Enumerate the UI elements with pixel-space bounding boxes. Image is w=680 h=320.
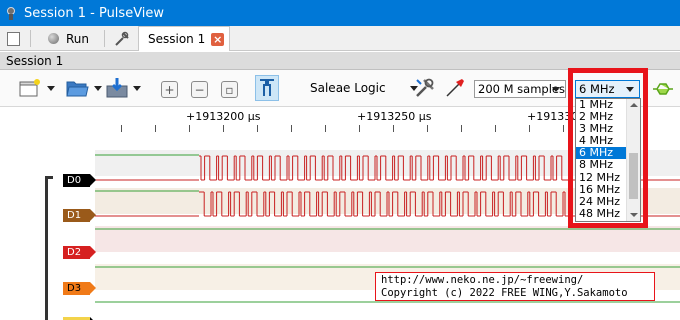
ruler-tick (495, 125, 496, 132)
ruler-tick (155, 125, 156, 132)
zoom-out-button[interactable]: − (191, 81, 208, 98)
run-status-icon (48, 33, 59, 44)
settings-button[interactable] (114, 28, 130, 49)
device-name: Saleae Logic (310, 81, 386, 95)
channel-label-d0[interactable]: D0 (63, 174, 96, 187)
save-download-icon (106, 78, 128, 98)
ruler-label: +1913200 µs (186, 110, 261, 123)
open-file-button[interactable] (66, 77, 102, 99)
ruler-tick (325, 125, 326, 132)
zoom-in-icon: + (161, 81, 178, 98)
zoom-fit-button[interactable]: ▫ (221, 81, 238, 98)
zoom-out-icon: − (191, 81, 208, 98)
device-select[interactable]: Saleae Logic (310, 81, 418, 95)
tab-label: Session 1 (148, 32, 206, 46)
sample-count-select[interactable]: 200 M samples (474, 80, 566, 98)
chevron-down-icon[interactable] (94, 85, 102, 91)
channel-label-d3[interactable]: D3 (63, 282, 96, 295)
zoom-in-button[interactable]: + (161, 81, 178, 98)
zoom-fit-icon: ▫ (221, 81, 238, 98)
ruler-tick (291, 125, 292, 132)
ruler-tick (359, 125, 360, 132)
cursor-markers-icon (255, 75, 279, 101)
probe-icon (446, 79, 464, 97)
decoder-button[interactable] (652, 81, 674, 97)
ruler-tick (121, 125, 122, 132)
channel-label-d2[interactable]: D2 (63, 246, 96, 259)
ruler-tick (563, 125, 564, 132)
new-view-icon (19, 79, 40, 97)
highlight-annotation (568, 68, 648, 228)
folder-open-icon (66, 81, 89, 97)
ruler-tick (529, 125, 530, 132)
save-file-button[interactable] (105, 77, 141, 99)
copyright-url: http://www.neko.ne.jp/~freewing/ (381, 274, 584, 286)
run-label: Run (66, 31, 90, 46)
close-tab-icon[interactable]: × (211, 32, 225, 46)
ruler-tick (427, 125, 428, 132)
new-view-button[interactable] (19, 78, 55, 98)
ruler-tick (257, 125, 258, 132)
toolbar-divider (30, 30, 31, 47)
channel-group-bracket (45, 176, 53, 320)
settings-tools-icon (115, 31, 129, 46)
ruler-tick (189, 125, 190, 132)
protocol-decoder-icon (653, 83, 673, 95)
main-toolbar: Run Session 1 × (0, 26, 680, 51)
configure-tools-icon (416, 78, 434, 97)
ruler-tick (393, 125, 394, 132)
pulseview-app-icon (6, 5, 16, 21)
toolbar-divider (104, 30, 105, 47)
session-label: Session 1 (6, 54, 64, 68)
ruler-tick (223, 125, 224, 132)
channel-label-d1[interactable]: D1 (63, 209, 96, 222)
chevron-down-icon (552, 87, 560, 92)
chevron-down-icon[interactable] (133, 85, 141, 91)
tab-session-1[interactable]: Session 1 × (138, 26, 230, 51)
run-button[interactable]: Run (48, 28, 89, 49)
new-window-icon (7, 31, 20, 46)
window-title: Session 1 - PulseView (24, 5, 165, 21)
copyright-notice: http://www.neko.ne.jp/~freewing/ Copyrig… (375, 272, 655, 301)
title-bar: Session 1 - PulseView (0, 0, 680, 26)
ruler-label: +1913250 µs (357, 110, 432, 123)
device-config-button[interactable] (414, 77, 436, 99)
new-window-button[interactable] (7, 28, 20, 49)
chevron-down-icon[interactable] (47, 85, 55, 91)
probe-config-button[interactable] (444, 77, 466, 99)
copyright-text: Copyright (c) 2022 FREE WING,Y.Sakamoto (381, 287, 628, 299)
show-cursors-button[interactable] (255, 75, 279, 101)
ruler-tick (461, 125, 462, 132)
